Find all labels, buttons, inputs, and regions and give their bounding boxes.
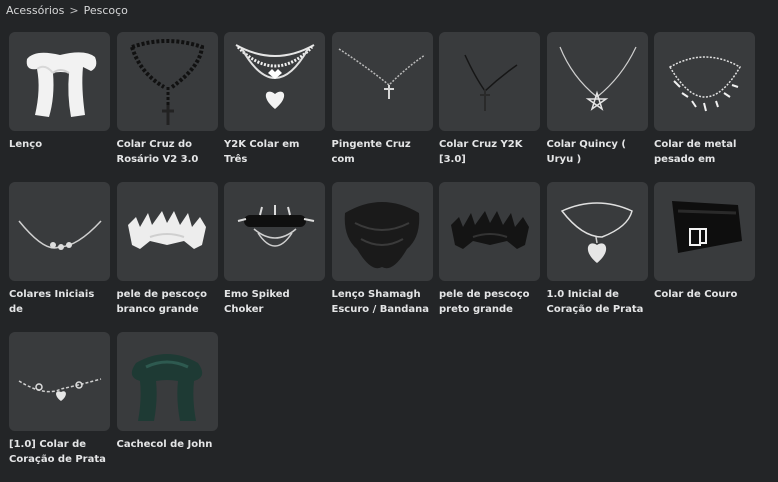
dark-shemagh-icon [344, 201, 420, 268]
item-name[interactable]: Colar de Couro [654, 287, 755, 302]
item-card[interactable]: Colar de Couro [654, 182, 755, 332]
item-name[interactable]: Colares Iniciais de Gatinho: R (1.0) [9, 287, 110, 319]
item-name[interactable]: Y2K Colar em Três Camadas [224, 137, 325, 169]
black-fur-collar-icon [450, 210, 529, 249]
white-fur-collar-icon [128, 210, 206, 249]
item-thumbnail[interactable] [116, 32, 218, 131]
item-name[interactable]: 1.0 Inicial de Coração de Prata … [547, 287, 648, 319]
item-thumbnail[interactable] [331, 32, 433, 131]
kitten-initial-necklace-icon [17, 219, 102, 250]
item-thumbnail[interactable] [224, 32, 325, 131]
item-card[interactable]: Pingente Cruz com Diamantes [331, 32, 433, 182]
item-thumbnail[interactable] [9, 182, 110, 281]
item-name[interactable]: Emo Spiked Choker 1.0 [224, 287, 325, 319]
item-thumbnail[interactable] [9, 332, 110, 431]
item-card[interactable]: Y2K Colar em Três Camadas [224, 32, 325, 182]
rosary-cross-necklace-icon [130, 38, 205, 125]
item-grid: Lenço Colar Cruz do Rosário V2 3.0 Y2K C… [9, 32, 755, 482]
breadcrumb-current: Pescoço [83, 4, 128, 17]
item-card[interactable]: pele de pescoço preto grande [439, 182, 540, 332]
item-name[interactable]: [1.0] Colar de Coração de Prata [9, 437, 110, 467]
item-thumbnail[interactable] [331, 182, 433, 281]
item-card[interactable]: [1.0] Colar de Coração de Prata [9, 332, 110, 482]
item-card[interactable]: Colar Quincy ( Uryu ) [546, 32, 648, 182]
item-name[interactable]: Colar de metal pesado em Prata… [654, 137, 755, 169]
quincy-pentacle-necklace-icon [559, 46, 637, 111]
item-name[interactable]: Cachecol de John [117, 437, 218, 452]
item-card[interactable]: Lenço [9, 32, 110, 182]
white-scarf-icon [26, 51, 96, 117]
item-thumbnail[interactable] [9, 32, 110, 131]
item-thumbnail[interactable] [546, 32, 648, 131]
item-thumbnail[interactable] [654, 182, 755, 281]
leather-collar-icon [671, 200, 742, 253]
item-thumbnail[interactable] [116, 182, 218, 281]
item-thumbnail[interactable] [116, 332, 218, 431]
item-name[interactable]: Colar Cruz do Rosário V2 3.0 [117, 137, 218, 167]
dark-green-scarf-icon [131, 353, 203, 421]
chevron-right-icon: > [69, 4, 79, 17]
item-thumbnail[interactable] [654, 32, 755, 131]
breadcrumb: Acessórios > Pescoço [6, 4, 128, 17]
item-name[interactable]: Lenço [9, 137, 110, 152]
layered-heart-necklace-icon [235, 43, 314, 109]
item-name[interactable]: pele de pescoço preto grande [439, 287, 540, 317]
diamond-cross-pendant-icon [338, 47, 426, 99]
item-card[interactable]: Colar de metal pesado em Prata… [654, 32, 755, 182]
item-name[interactable]: Pingente Cruz com Diamantes [332, 137, 433, 169]
item-name[interactable]: Colar Cruz Y2K [3.0] [439, 137, 540, 167]
item-card[interactable]: pele de pescoço branco grande [116, 182, 218, 332]
silver-heart-initial-necklace-icon [560, 201, 633, 263]
silver-heart-chain-icon [18, 377, 101, 401]
item-thumbnail[interactable] [439, 182, 540, 281]
item-name[interactable]: pele de pescoço branco grande [117, 287, 218, 317]
item-card[interactable]: Colar Cruz do Rosário V2 3.0 [116, 32, 218, 182]
item-card[interactable]: Lenço Shamagh Escuro / Bandana [331, 182, 433, 332]
spiked-metal-necklace-icon [668, 55, 741, 111]
item-card[interactable]: 1.0 Inicial de Coração de Prata … [546, 182, 648, 332]
item-card[interactable]: Colares Iniciais de Gatinho: R (1.0) [9, 182, 110, 332]
item-name[interactable]: Lenço Shamagh Escuro / Bandana [332, 287, 433, 317]
item-thumbnail[interactable] [439, 32, 540, 131]
item-name[interactable]: Colar Quincy ( Uryu ) [547, 137, 648, 167]
item-card[interactable]: Cachecol de John [116, 332, 218, 482]
item-thumbnail[interactable] [224, 182, 325, 281]
item-card[interactable]: Colar Cruz Y2K [3.0] [439, 32, 540, 182]
y2k-cross-necklace-icon [463, 54, 517, 111]
item-card[interactable]: Emo Spiked Choker 1.0 [224, 182, 325, 332]
item-thumbnail[interactable] [546, 182, 648, 281]
spiked-choker-icon [237, 204, 314, 247]
breadcrumb-link-accessories[interactable]: Acessórios [6, 4, 64, 17]
